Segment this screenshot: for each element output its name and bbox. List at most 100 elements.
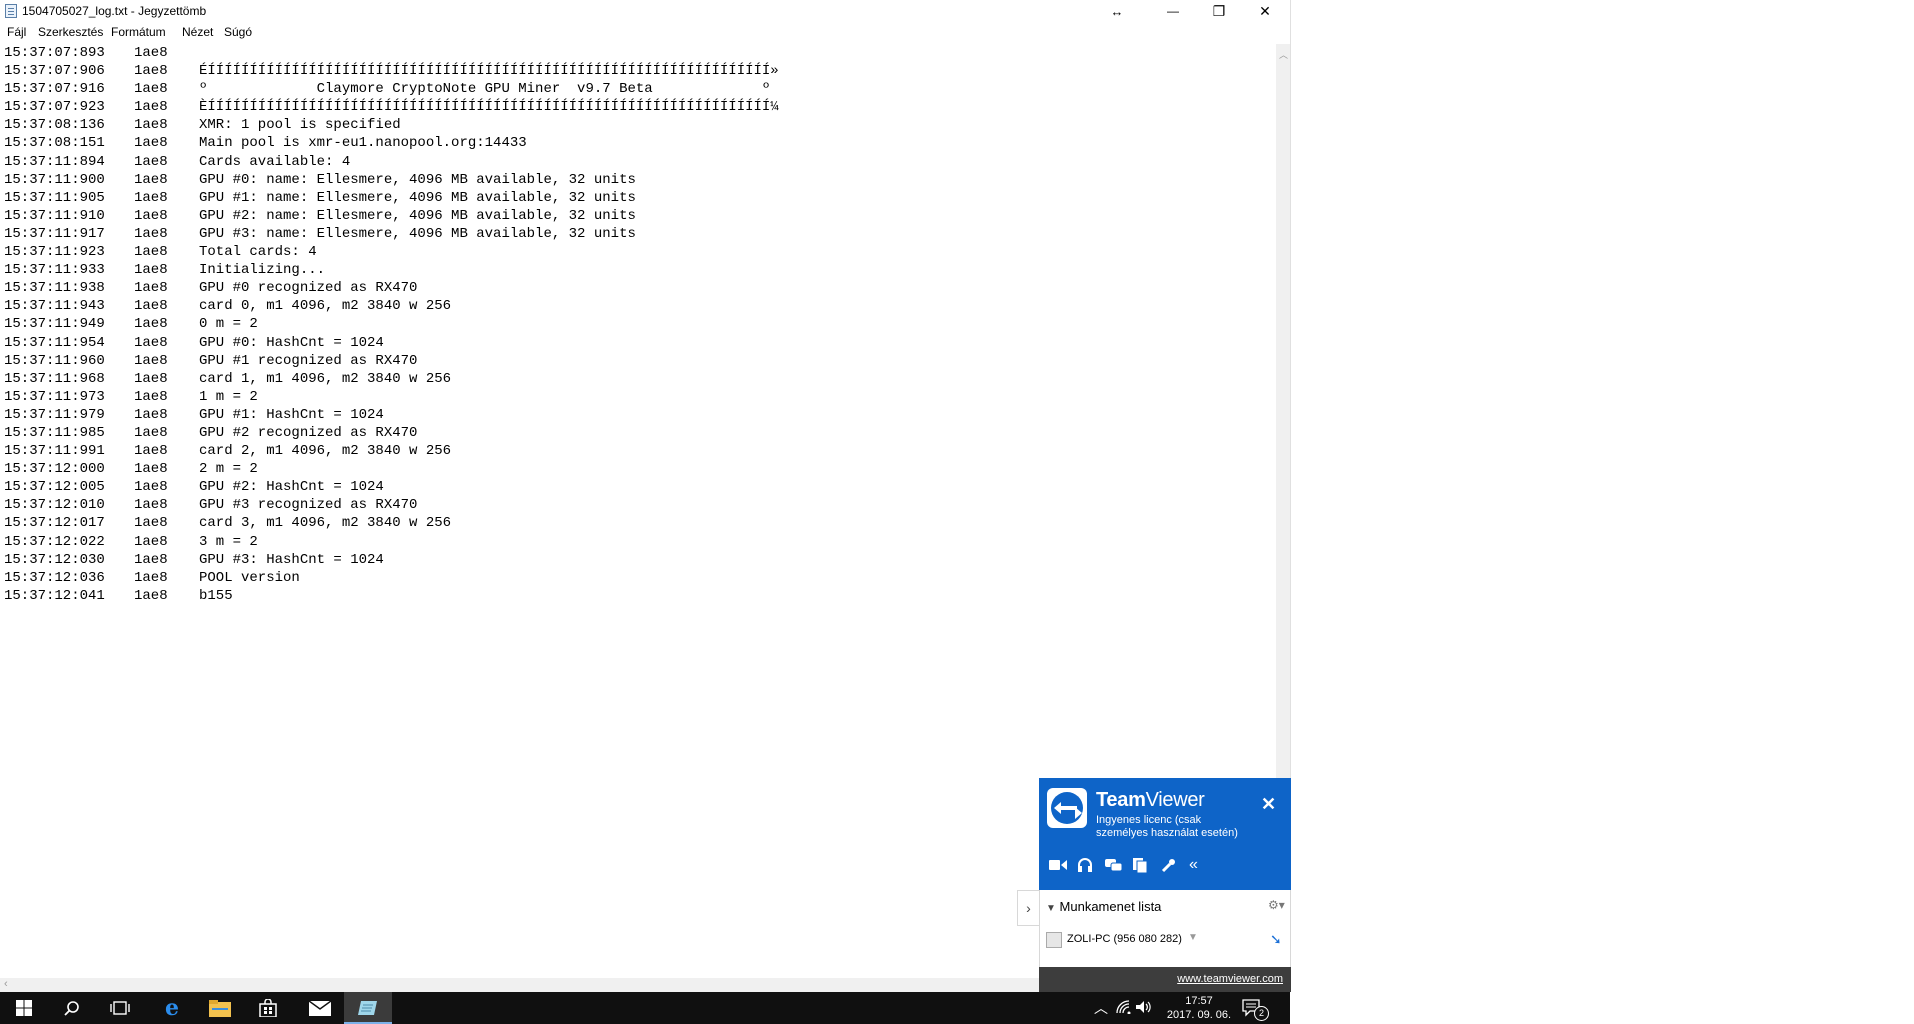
teamviewer-brand: TeamViewer	[1096, 789, 1205, 811]
log-timestamp: 15:37:11:949	[4, 316, 105, 333]
log-thread-id: 1ae8	[134, 587, 168, 604]
menu-bar: Fájl Szerkesztés Formátum Nézet Súgó	[0, 22, 1290, 42]
minimize-button[interactable]: —	[1150, 0, 1196, 22]
partner-dropdown-icon[interactable]: ▼	[1188, 932, 1198, 943]
log-line: 15:37:07:906 1ae8 ÉÍÍÍÍÍÍÍÍÍÍÍÍÍÍÍÍÍÍÍÍÍÍÍ…	[4, 62, 1273, 80]
log-thread-id: 1ae8	[134, 497, 168, 514]
task-view-icon	[110, 1001, 130, 1015]
taskbar: e ︿ 17:57 2017. 09. 06. 2	[0, 992, 1290, 1024]
log-line: 15:37:12:030 1ae8 GPU #3: HashCnt = 1024	[4, 551, 1273, 569]
log-message: GPU #1: name: Ellesmere, 4096 MB availab…	[199, 189, 636, 206]
scroll-left-icon[interactable]: ‹	[4, 978, 8, 990]
log-message: ÉÍÍÍÍÍÍÍÍÍÍÍÍÍÍÍÍÍÍÍÍÍÍÍÍÍÍÍÍÍÍÍÍÍÍÍÍÍÍÍ…	[199, 63, 779, 80]
gear-icon[interactable]: ⚙▾	[1268, 898, 1285, 912]
license-text: Ingyenes licenc (csak személyes használa…	[1096, 814, 1238, 839]
log-timestamp: 15:37:07:906	[4, 63, 105, 80]
start-button[interactable]	[0, 992, 48, 1024]
clock-time: 17:57	[1185, 995, 1213, 1007]
title-bar[interactable]: 1504705027_log.txt - Jegyzettömb ↔ — ❐ ✕	[0, 0, 1290, 22]
video-icon[interactable]	[1049, 858, 1067, 876]
clock[interactable]: 17:57 2017. 09. 06.	[1159, 994, 1239, 1022]
log-thread-id: 1ae8	[134, 262, 168, 279]
show-hidden-icons-chevron-icon[interactable]: ︿	[1094, 998, 1108, 1018]
log-message: Cards available: 4	[199, 153, 351, 170]
close-button[interactable]: ✕	[1242, 0, 1288, 22]
log-timestamp: 15:37:11:985	[4, 424, 105, 441]
file-explorer-button[interactable]	[196, 992, 244, 1024]
tools-icon[interactable]	[1161, 858, 1176, 877]
log-timestamp: 15:37:12:036	[4, 569, 105, 586]
log-thread-id: 1ae8	[134, 551, 168, 568]
log-message: GPU #0: name: Ellesmere, 4096 MB availab…	[199, 171, 636, 188]
headset-icon[interactable]	[1077, 858, 1093, 877]
log-timestamp: 15:37:11:917	[4, 225, 105, 242]
log-message: b155	[199, 587, 233, 604]
resize-icon[interactable]: ↔	[1094, 0, 1140, 22]
log-timestamp: 15:37:11:960	[4, 352, 105, 369]
task-view-button[interactable]	[96, 992, 144, 1024]
log-timestamp: 15:37:12:017	[4, 515, 105, 532]
menu-edit[interactable]: Szerkesztés	[38, 25, 103, 39]
teamviewer-close-button[interactable]: ✕	[1261, 794, 1276, 815]
window-title: 1504705027_log.txt - Jegyzettömb	[22, 4, 207, 18]
log-message: GPU #1: HashCnt = 1024	[199, 406, 384, 423]
log-message: GPU #2: HashCnt = 1024	[199, 479, 384, 496]
teamviewer-toolbar: «	[1049, 856, 1249, 878]
log-thread-id: 1ae8	[134, 81, 168, 98]
store-button[interactable]	[244, 992, 292, 1024]
restore-button[interactable]: ❐	[1196, 0, 1242, 22]
session-list-header[interactable]: ▼ Munkamenet lista	[1046, 899, 1161, 914]
log-timestamp: 15:37:11:933	[4, 262, 105, 279]
volume-icon[interactable]	[1136, 1000, 1152, 1017]
log-timestamp: 15:37:07:916	[4, 81, 105, 98]
menu-help[interactable]: Súgó	[224, 25, 252, 39]
log-line: 15:37:12:036 1ae8 POOL version	[4, 569, 1273, 587]
log-thread-id: 1ae8	[134, 569, 168, 586]
log-thread-id: 1ae8	[134, 189, 168, 206]
log-message: POOL version	[199, 569, 300, 586]
log-thread-id: 1ae8	[134, 244, 168, 261]
log-message: ÈÍÍÍÍÍÍÍÍÍÍÍÍÍÍÍÍÍÍÍÍÍÍÍÍÍÍÍÍÍÍÍÍÍÍÍÍÍÍÍ…	[199, 99, 779, 116]
log-thread-id: 1ae8	[134, 280, 168, 297]
log-line: 15:37:11:968 1ae8 card 1, m1 4096, m2 3840…	[4, 370, 1273, 388]
menu-file[interactable]: Fájl	[7, 25, 26, 39]
log-line: 15:37:07:893 1ae8	[4, 44, 1273, 62]
log-timestamp: 15:37:11:943	[4, 298, 105, 315]
collapse-double-chevron-icon[interactable]: «	[1189, 856, 1198, 874]
menu-view[interactable]: Nézet	[182, 25, 213, 39]
partner-entry[interactable]: ZOLI-PC (956 080 282)	[1067, 933, 1182, 945]
panel-expand-chevron-icon[interactable]: ›	[1017, 890, 1039, 926]
chat-icon[interactable]	[1105, 858, 1123, 877]
log-timestamp: 15:37:11:954	[4, 334, 105, 351]
scroll-up-icon[interactable]: ︿	[1279, 48, 1288, 61]
log-thread-id: 1ae8	[134, 207, 168, 224]
log-thread-id: 1ae8	[134, 135, 168, 152]
log-message: Initializing...	[199, 262, 326, 279]
folder-icon	[209, 1000, 231, 1017]
log-line: 15:37:11:910 1ae8 GPU #2: name: Ellesmere,…	[4, 207, 1273, 225]
log-timestamp: 15:37:11:900	[4, 171, 105, 188]
log-timestamp: 15:37:11:991	[4, 443, 105, 460]
log-line: 15:37:11:949 1ae8 0 m = 2	[4, 315, 1273, 333]
edge-icon: e	[165, 995, 179, 1021]
search-button[interactable]	[48, 992, 96, 1024]
notepad-taskbar-button[interactable]	[344, 992, 392, 1024]
edge-button[interactable]: e	[148, 992, 196, 1024]
log-thread-id: 1ae8	[134, 352, 168, 369]
network-icon[interactable]	[1116, 1000, 1132, 1017]
log-line: 15:37:11:991 1ae8 card 2, m1 4096, m2 3840…	[4, 442, 1273, 460]
log-thread-id: 1ae8	[134, 117, 168, 134]
file-transfer-icon[interactable]	[1133, 858, 1148, 877]
cursor-connect-icon[interactable]: ➘	[1270, 931, 1282, 948]
log-timestamp: 15:37:12:041	[4, 587, 105, 604]
log-timestamp: 15:37:11:894	[4, 153, 105, 170]
log-timestamp: 15:37:11:979	[4, 406, 105, 423]
mail-button[interactable]	[296, 992, 344, 1024]
teamviewer-link[interactable]: www.teamviewer.com	[1177, 973, 1283, 985]
log-message: º Claymore CryptoNote GPU Miner v9.7 Bet…	[199, 81, 771, 98]
search-icon	[64, 1001, 79, 1016]
log-line: 15:37:12:041 1ae8 b155	[4, 587, 1273, 605]
log-message: GPU #3 recognized as RX470	[199, 497, 418, 514]
menu-format[interactable]: Formátum	[111, 25, 166, 39]
log-line: 15:37:12:005 1ae8 GPU #2: HashCnt = 1024	[4, 478, 1273, 496]
